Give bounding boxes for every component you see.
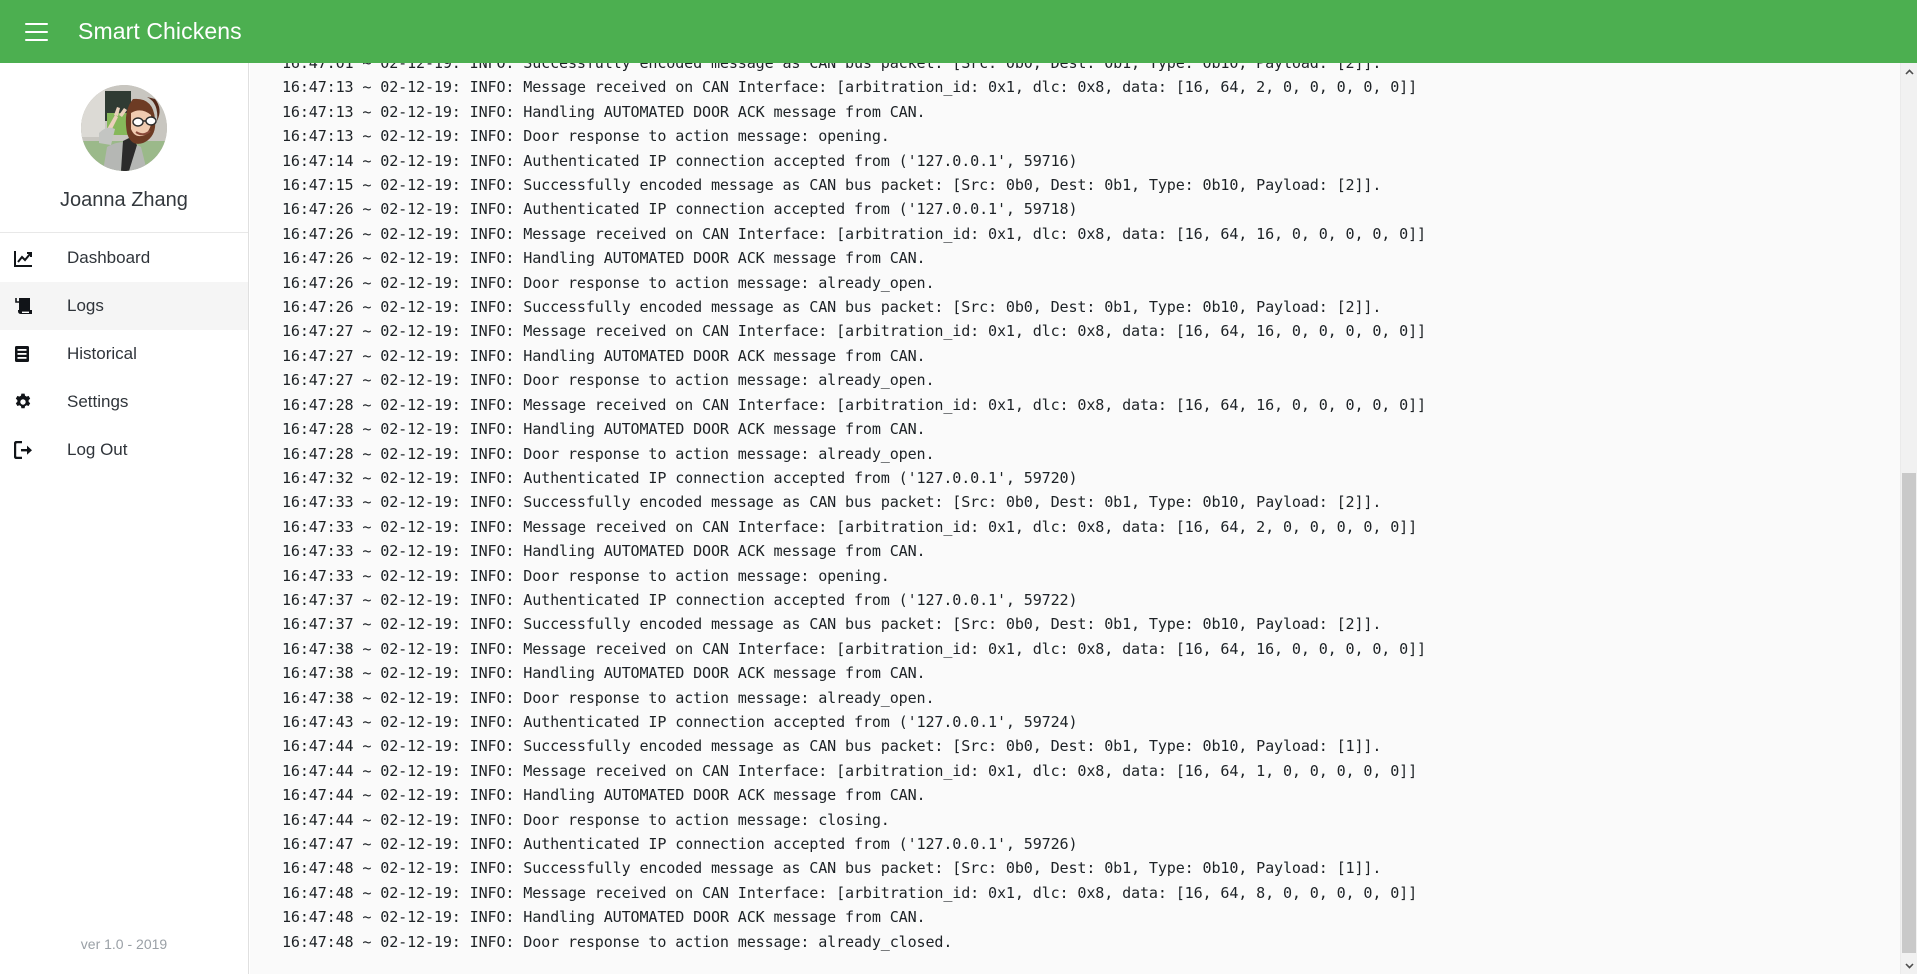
log-line: 16:47:33 ~ 02-12-19: INFO: Successfully … xyxy=(282,493,1382,512)
log-line: 16:47:33 ~ 02-12-19: INFO: Door response… xyxy=(282,566,890,585)
hamburger-menu-icon[interactable] xyxy=(14,10,58,54)
chart-line-icon xyxy=(14,250,48,267)
log-line: 16:47:44 ~ 02-12-19: INFO: Successfully … xyxy=(282,737,1382,756)
log-panel: 16:47:01 ~ 02-12-19: INFO: Successfully … xyxy=(250,63,1917,974)
log-line: 16:47:13 ~ 02-12-19: INFO: Door response… xyxy=(282,127,890,146)
chevron-up-icon[interactable] xyxy=(1901,63,1917,80)
log-line: 16:47:47 ~ 02-12-19: INFO: Authenticated… xyxy=(282,835,1078,853)
log-line: 16:47:48 ~ 02-12-19: INFO: Message recei… xyxy=(282,883,1418,902)
sidebar-item-label: Logs xyxy=(67,296,104,315)
log-line: 16:47:37 ~ 02-12-19: INFO: Successfully … xyxy=(282,615,1382,634)
logout-arrow-icon xyxy=(14,441,48,459)
log-line: 16:47:28 ~ 02-12-19: INFO: Door response… xyxy=(282,444,935,463)
log-line: 16:47:44 ~ 02-12-19: INFO: Door response… xyxy=(282,810,890,829)
log-line: 16:47:48 ~ 02-12-19: INFO: Handling AUTO… xyxy=(282,908,926,927)
app-title: Smart Chickens xyxy=(78,18,242,44)
log-line: 16:47:33 ~ 02-12-19: INFO: Message recei… xyxy=(282,517,1418,536)
log-line: 16:47:27 ~ 02-12-19: INFO: Message recei… xyxy=(282,322,1426,341)
version-label: ver 1.0 - 2019 xyxy=(80,936,168,952)
avatar xyxy=(81,85,167,171)
chevron-down-icon[interactable] xyxy=(1901,957,1917,974)
menu-bar-2 xyxy=(24,30,48,33)
log-line: 16:47:27 ~ 02-12-19: INFO: Handling AUTO… xyxy=(282,346,926,365)
sidebar-item-label: Settings xyxy=(67,392,129,411)
log-line: 16:47:38 ~ 02-12-19: INFO: Handling AUTO… xyxy=(282,664,926,683)
sidebar: Joanna Zhang Dashboard Logs Historical S… xyxy=(0,63,249,974)
menu-bar-3 xyxy=(24,38,48,41)
log-line: 16:47:44 ~ 02-12-19: INFO: Handling AUTO… xyxy=(282,786,926,805)
log-line: 16:47:26 ~ 02-12-19: INFO: Door response… xyxy=(282,273,935,292)
log-line: 16:47:26 ~ 02-12-19: INFO: Handling AUTO… xyxy=(282,249,926,268)
log-line: 16:47:38 ~ 02-12-19: INFO: Door response… xyxy=(282,688,935,707)
vertical-scrollbar[interactable] xyxy=(1900,63,1917,974)
sidebar-nav: Dashboard Logs Historical Settings Log O… xyxy=(0,233,248,474)
sidebar-item-historical[interactable]: Historical xyxy=(0,330,248,378)
sidebar-item-label: Log Out xyxy=(67,440,128,459)
log-line: 16:47:33 ~ 02-12-19: INFO: Handling AUTO… xyxy=(282,542,926,561)
profile-section: Joanna Zhang xyxy=(0,63,248,233)
log-line: 16:47:26 ~ 02-12-19: INFO: Successfully … xyxy=(282,298,1382,317)
sidebar-item-log-out[interactable]: Log Out xyxy=(0,426,248,474)
log-line: 16:47:28 ~ 02-12-19: INFO: Handling AUTO… xyxy=(282,420,926,439)
log-line: 16:47:01 ~ 02-12-19: INFO: Successfully … xyxy=(282,63,1382,72)
app-root: Smart Chickens Joanna Zhang Dashboard Lo… xyxy=(0,0,1917,974)
scroll-document-icon xyxy=(14,297,48,315)
log-list[interactable]: 16:47:01 ~ 02-12-19: INFO: Successfully … xyxy=(250,63,1900,974)
top-app-bar: Smart Chickens xyxy=(0,0,1917,63)
log-line: 16:47:13 ~ 02-12-19: INFO: Handling AUTO… xyxy=(282,102,926,121)
scrollbar-thumb[interactable] xyxy=(1902,473,1916,953)
sidebar-item-settings[interactable]: Settings xyxy=(0,378,248,426)
log-line: 16:47:13 ~ 02-12-19: INFO: Message recei… xyxy=(282,78,1418,97)
log-line: 16:47:38 ~ 02-12-19: INFO: Message recei… xyxy=(282,639,1426,658)
log-line: 16:47:15 ~ 02-12-19: INFO: Successfully … xyxy=(282,176,1382,195)
log-line: 16:47:32 ~ 02-12-19: INFO: Authenticated… xyxy=(282,468,1078,487)
log-line: 16:47:14 ~ 02-12-19: INFO: Authenticated… xyxy=(282,151,1078,170)
gear-icon xyxy=(14,393,48,411)
sidebar-item-label: Historical xyxy=(67,344,137,363)
log-line: 16:47:26 ~ 02-12-19: INFO: Message recei… xyxy=(282,224,1426,243)
sidebar-item-dashboard[interactable]: Dashboard xyxy=(0,234,248,282)
log-line: 16:47:27 ~ 02-12-19: INFO: Door response… xyxy=(282,371,935,390)
log-line: 16:47:48 ~ 02-12-19: INFO: Successfully … xyxy=(282,859,1382,878)
log-line: 16:47:28 ~ 02-12-19: INFO: Message recei… xyxy=(282,395,1426,414)
log-line: 16:47:37 ~ 02-12-19: INFO: Authenticated… xyxy=(282,590,1078,609)
log-line: 16:47:43 ~ 02-12-19: INFO: Authenticated… xyxy=(282,712,1078,731)
log-line: 16:47:26 ~ 02-12-19: INFO: Authenticated… xyxy=(282,200,1078,219)
sidebar-item-label: Dashboard xyxy=(67,248,151,267)
book-icon xyxy=(14,345,48,363)
log-line: 16:47:44 ~ 02-12-19: INFO: Message recei… xyxy=(282,761,1418,780)
sidebar-item-logs[interactable]: Logs xyxy=(0,282,248,330)
profile-name: Joanna Zhang xyxy=(60,189,188,211)
log-line: 16:47:48 ~ 02-12-19: INFO: Door response… xyxy=(282,932,953,951)
menu-bar-1 xyxy=(24,22,48,25)
